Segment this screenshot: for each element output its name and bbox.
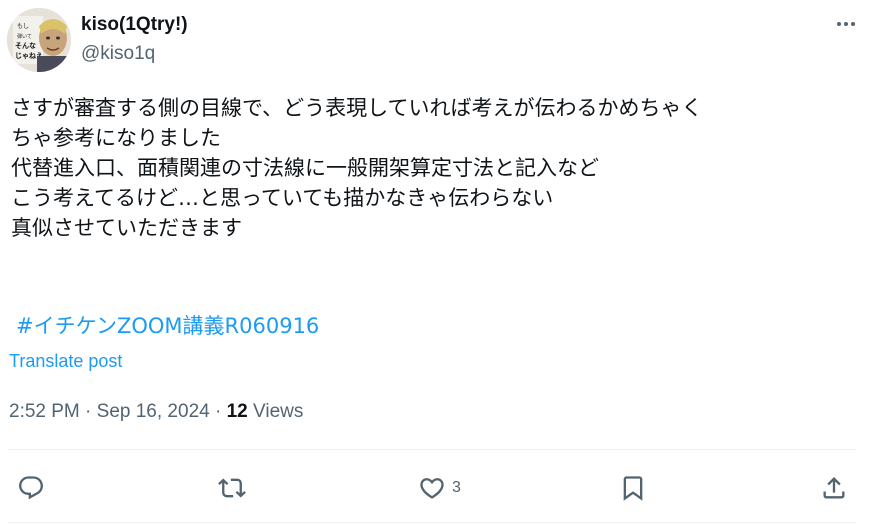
bookmark-button[interactable] xyxy=(619,474,647,502)
meta-separator: · xyxy=(214,401,227,422)
display-name[interactable]: kiso(1Qtry!) xyxy=(81,13,188,37)
action-bar: 3 xyxy=(0,462,889,518)
reply-button[interactable] xyxy=(17,474,45,502)
avatar[interactable]: もし 弾いて そんな じゃねえ xyxy=(7,8,71,72)
like-icon xyxy=(420,478,444,499)
bookmark-icon xyxy=(623,476,643,501)
post-line: 代替進入口、面積関連の寸法線に一般開架算定寸法と記入など xyxy=(11,156,599,180)
post-date[interactable]: Sep 16, 2024 xyxy=(97,401,210,422)
meta-separator: · xyxy=(85,401,97,422)
repost-icon xyxy=(218,478,246,498)
post-line: 真似させていただきます xyxy=(11,216,242,240)
divider xyxy=(8,522,856,523)
svg-text:もし: もし xyxy=(17,23,29,30)
handle[interactable]: @kiso1q xyxy=(81,42,188,66)
more-dot xyxy=(837,22,841,26)
like-count: 3 xyxy=(452,479,461,496)
svg-text:弾いて: 弾いて xyxy=(17,33,32,40)
post-header: もし 弾いて そんな じゃねえ kiso(1Qtry!) @kiso1q xyxy=(0,0,889,80)
translate-post-link[interactable]: Translate post xyxy=(9,351,122,372)
more-options-icon[interactable] xyxy=(834,12,858,36)
post-line: ちゃ参考になりました xyxy=(11,126,221,150)
author-block: kiso(1Qtry!) @kiso1q xyxy=(81,13,188,66)
divider xyxy=(8,449,856,450)
post-line: さすが審査する側の目線で、どう表現していれば考えが伝わるかめちゃく xyxy=(11,96,703,120)
reply-icon xyxy=(19,476,43,500)
more-dot xyxy=(844,22,848,26)
like-button[interactable]: 3 xyxy=(418,474,461,502)
views-count: 12 xyxy=(226,401,248,422)
more-dot xyxy=(851,22,855,26)
hashtag-link[interactable]: #イチケンZOOM講義R060916 xyxy=(16,311,319,341)
repost-button[interactable] xyxy=(218,474,246,502)
svg-text:そんな: そんな xyxy=(15,41,36,50)
views-label: Views xyxy=(253,401,304,422)
post-time[interactable]: 2:52 PM xyxy=(9,401,80,422)
share-icon xyxy=(823,477,845,499)
post-line: こう考えてるけど…と思っていても描かなきゃ伝わらない xyxy=(11,186,554,210)
share-button[interactable] xyxy=(820,474,848,502)
post-text: さすが審査する側の目線で、どう表現していれば考えが伝わるかめちゃく ちゃ参考にな… xyxy=(11,93,881,243)
avatar-image: もし 弾いて そんな じゃねえ xyxy=(7,8,71,72)
post-meta: 2:52 PM · Sep 16, 2024 · 12 Views xyxy=(9,401,303,423)
